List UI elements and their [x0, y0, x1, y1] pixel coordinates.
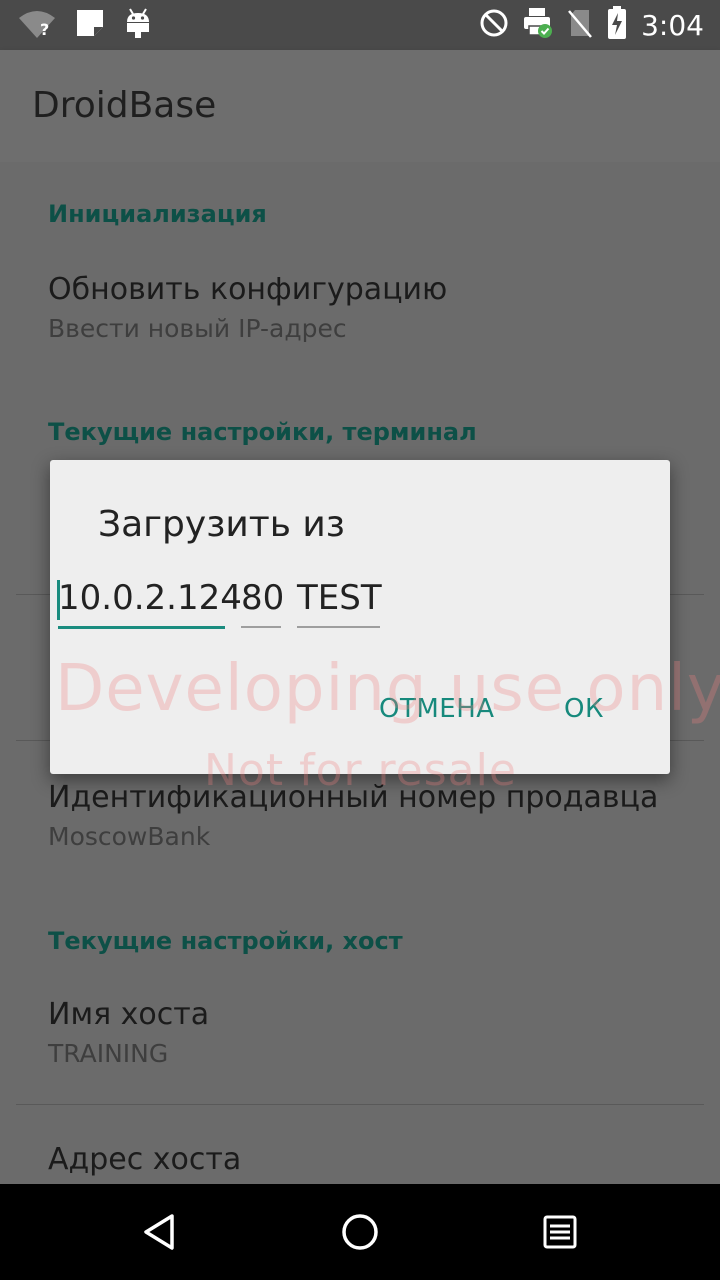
notification-square-icon	[74, 7, 106, 43]
recents-list-icon	[543, 1215, 577, 1249]
text-cursor	[57, 580, 60, 620]
dialog-title: Загрузить из	[98, 504, 345, 545]
back-button[interactable]	[130, 1202, 190, 1262]
pref-host-name-value: TRAINING	[48, 1039, 169, 1068]
printer-check-icon	[523, 7, 553, 43]
divider	[16, 1104, 704, 1105]
ok-button[interactable]: ОК	[564, 694, 604, 724]
category-host: Текущие настройки, хост	[48, 927, 403, 955]
category-initialization: Инициализация	[48, 200, 267, 228]
navigation-bar	[0, 1184, 720, 1280]
recents-button[interactable]	[530, 1202, 590, 1262]
name-value: TEST	[297, 578, 382, 618]
port-value: 80	[241, 578, 285, 618]
status-left-icons: ?	[18, 8, 152, 42]
pref-update-config-title: Обновить конфигурацию	[48, 272, 448, 307]
pref-host-name[interactable]: Имя хоста TRAINING	[0, 977, 720, 1087]
pref-host-address-title: Адрес хоста	[48, 1142, 242, 1177]
pref-merchant-id-title: Идентификационный номер продавца	[48, 780, 659, 815]
port-input[interactable]: 80	[241, 570, 285, 628]
wifi-unknown-icon: ?	[18, 10, 56, 40]
home-circle-icon	[342, 1214, 378, 1250]
ip-address-input[interactable]: 10.0.2.124	[57, 570, 242, 629]
name-input[interactable]: TEST	[297, 570, 382, 628]
load-from-dialog: Загрузить из 10.0.2.124 80 TEST ОТМЕНА О…	[50, 460, 670, 774]
pref-merchant-id[interactable]: Идентификационный номер продавца MoscowB…	[0, 762, 720, 872]
app-bar: DroidBase	[0, 50, 720, 162]
do-not-disturb-icon	[479, 8, 509, 42]
pref-host-name-title: Имя хоста	[48, 997, 210, 1032]
app-title: DroidBase	[32, 85, 217, 126]
ip-address-value: 10.0.2.124	[58, 578, 242, 618]
home-button[interactable]	[330, 1202, 390, 1262]
battery-charging-icon	[607, 6, 627, 44]
pref-host-address[interactable]: Адрес хоста	[0, 1122, 720, 1184]
pref-update-config-summary: Ввести новый IP-адрес	[48, 314, 347, 343]
status-time: 3:04	[641, 8, 704, 42]
status-bar: ? 3:04	[0, 0, 720, 50]
android-debug-icon	[124, 7, 152, 43]
wifi-badge: ?	[40, 20, 50, 39]
pref-merchant-id-value: MoscowBank	[48, 822, 211, 851]
status-right-icons: 3:04	[479, 6, 704, 44]
cancel-button[interactable]: ОТМЕНА	[379, 694, 495, 724]
back-triangle-icon	[144, 1214, 174, 1250]
pref-update-config[interactable]: Обновить конфигурацию Ввести новый IP-ад…	[0, 252, 720, 362]
category-terminal: Текущие настройки, терминал	[48, 418, 477, 446]
no-sim-icon	[567, 7, 593, 43]
